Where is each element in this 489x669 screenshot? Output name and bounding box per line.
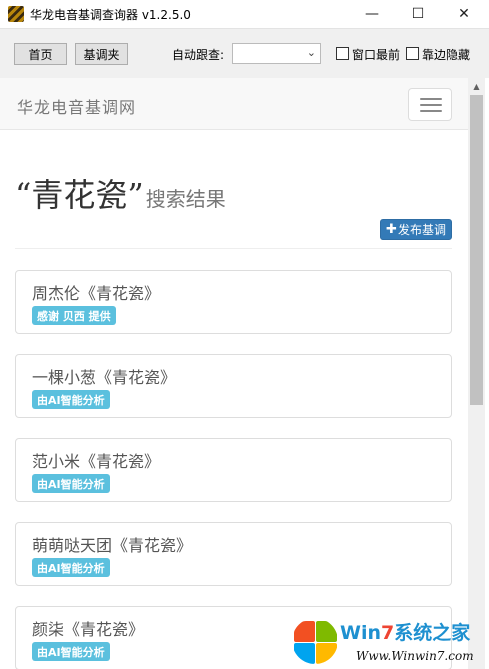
hamburger-menu-icon [420, 98, 442, 100]
scroll-up-arrow-icon[interactable]: ▲ [468, 78, 485, 95]
result-item[interactable]: 颜柒《青花瓷》 由AI智能分析 [15, 606, 452, 669]
divider [15, 248, 452, 249]
search-query: “青花瓷” [15, 176, 144, 214]
result-badge: 由AI智能分析 [32, 558, 110, 577]
maximize-button[interactable]: ☐ [395, 0, 441, 28]
toolbar: 首页 基调夹 自动跟查: ⌄ 窗口最前 靠边隐藏 [0, 28, 489, 78]
result-title[interactable]: 颜柒《青花瓷》 [32, 616, 144, 640]
auto-follow-select[interactable]: ⌄ [232, 43, 321, 64]
result-item[interactable]: 范小米《青花瓷》 由AI智能分析 [15, 438, 452, 502]
result-title[interactable]: 一棵小葱《青花瓷》 [32, 364, 176, 388]
edge-hide-checkbox[interactable] [406, 47, 419, 60]
minimize-icon: — [365, 6, 379, 22]
home-button[interactable]: 首页 [14, 43, 67, 65]
search-suffix: 搜索结果 [145, 187, 226, 211]
result-title[interactable]: 范小米《青花瓷》 [32, 448, 160, 472]
topmost-checkbox[interactable] [336, 47, 349, 60]
result-badge: 由AI智能分析 [32, 474, 110, 493]
result-badge: 感谢 贝西 提供 [32, 306, 116, 325]
minimize-button[interactable]: — [349, 0, 395, 28]
chevron-down-icon: ⌄ [306, 46, 316, 59]
web-content: 华龙电音基调网 “青花瓷” 搜索结果 ✚ 发布基调 周杰伦《青花瓷》 感谢 贝西 提… [0, 78, 468, 669]
edge-hide-label: 靠边隐藏 [422, 48, 471, 62]
menu-toggle-button[interactable] [408, 88, 452, 121]
result-item[interactable]: 周杰伦《青花瓷》 感谢 贝西 提供 [15, 270, 452, 334]
result-item[interactable]: 萌萌哒天团《青花瓷》 由AI智能分析 [15, 522, 452, 586]
maximize-icon: ☐ [411, 6, 425, 22]
result-item[interactable]: 一棵小葱《青花瓷》 由AI智能分析 [15, 354, 452, 418]
plus-icon: ✚ [386, 222, 397, 237]
auto-follow-label: 自动跟查: [172, 48, 225, 62]
close-button[interactable]: ✕ [441, 0, 487, 28]
site-navbar: 华龙电音基调网 [0, 78, 468, 130]
publish-label: 发布基调 [397, 223, 446, 237]
publish-button[interactable]: ✚ 发布基调 [380, 219, 452, 240]
scroll-thumb[interactable] [470, 95, 483, 405]
window-title: 华龙电音基调查询器 v1.2.5.0 [30, 7, 191, 22]
topmost-label: 窗口最前 [352, 48, 401, 62]
app-icon [8, 6, 24, 22]
page-title: “青花瓷” 搜索结果 [15, 170, 226, 216]
close-icon: ✕ [458, 6, 470, 22]
result-badge: 由AI智能分析 [32, 390, 110, 409]
title-bar: 华龙电音基调查询器 v1.2.5.0 — ☐ ✕ [0, 0, 489, 28]
vertical-scrollbar[interactable]: ▲ [468, 78, 485, 669]
result-title[interactable]: 周杰伦《青花瓷》 [32, 280, 160, 304]
result-title[interactable]: 萌萌哒天团《青花瓷》 [32, 532, 192, 556]
site-brand[interactable]: 华龙电音基调网 [17, 94, 136, 118]
result-badge: 由AI智能分析 [32, 642, 110, 661]
basefolder-button[interactable]: 基调夹 [75, 43, 128, 65]
